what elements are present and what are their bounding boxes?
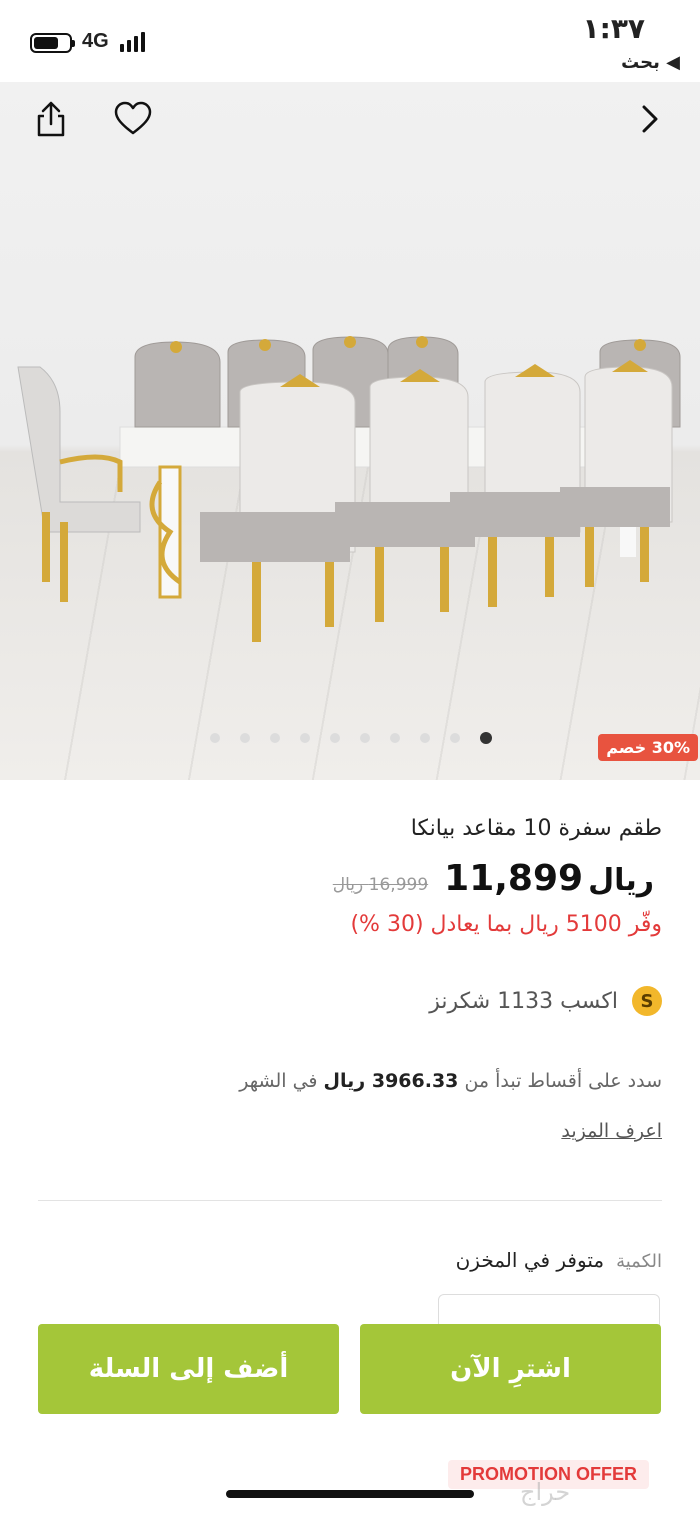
image-pagination[interactable] bbox=[210, 732, 492, 744]
clock: ١:٣٧ bbox=[582, 12, 645, 45]
pagination-dot[interactable] bbox=[390, 733, 400, 743]
pagination-dot[interactable] bbox=[330, 733, 340, 743]
price-unit: ريال bbox=[588, 863, 654, 898]
site-watermark: حراج bbox=[520, 1478, 571, 1506]
back-button[interactable] bbox=[624, 94, 674, 144]
quantity-label: الكمية bbox=[616, 1251, 662, 1272]
discount-badge: 30% خصم bbox=[598, 734, 698, 761]
product-image-gallery[interactable]: 30% خصم bbox=[0, 82, 700, 780]
signal-icon bbox=[120, 32, 145, 52]
add-to-cart-button[interactable]: أضف إلى السلة bbox=[38, 1324, 339, 1414]
share-button[interactable] bbox=[26, 94, 76, 144]
savings-text: وفّر 5100 ريال بما يعادل (30 %) bbox=[350, 912, 662, 937]
installment-suffix: في الشهر bbox=[239, 1070, 318, 1092]
installment-prefix: سدد على أقساط تبدأ من bbox=[464, 1070, 662, 1092]
pagination-dot[interactable] bbox=[270, 733, 280, 743]
points-row: S اكسب 1133 شكرنز bbox=[429, 986, 662, 1016]
price-row: ريال 11,899 16,999 ريال bbox=[333, 858, 662, 899]
pagination-dot[interactable] bbox=[420, 733, 430, 743]
battery-icon bbox=[30, 33, 75, 53]
heart-icon bbox=[114, 101, 152, 135]
share-icon bbox=[37, 101, 65, 137]
status-bar: 4G ١:٣٧ ◀ بحث bbox=[0, 0, 700, 82]
stock-status: متوفر في المخزن bbox=[455, 1248, 605, 1272]
price-value: 11,899 bbox=[444, 858, 584, 899]
network-label: 4G bbox=[82, 30, 109, 52]
dining-set-image bbox=[17, 336, 681, 642]
favorite-button[interactable] bbox=[108, 94, 158, 144]
buy-now-button[interactable]: اشترِ الآن bbox=[360, 1324, 661, 1414]
coin-icon: S bbox=[632, 986, 662, 1016]
pagination-dot[interactable] bbox=[240, 733, 250, 743]
pagination-dot[interactable] bbox=[480, 732, 492, 744]
current-price: ريال 11,899 bbox=[444, 858, 662, 899]
home-indicator[interactable] bbox=[226, 1490, 474, 1498]
pagination-dot[interactable] bbox=[210, 733, 220, 743]
pagination-dot[interactable] bbox=[450, 733, 460, 743]
pagination-dot[interactable] bbox=[360, 733, 370, 743]
product-title: طقم سفرة 10 مقاعد بيانكا bbox=[410, 816, 662, 841]
installment-amount: 3966.33 ريال bbox=[323, 1070, 459, 1092]
installment-text: سدد على أقساط تبدأ من 3966.33 ريال في ال… bbox=[239, 1070, 662, 1092]
learn-more-link[interactable]: اعرف المزيد bbox=[561, 1120, 662, 1142]
back-to-search-link[interactable]: ◀ بحث bbox=[621, 52, 680, 73]
old-price: 16,999 ريال bbox=[332, 875, 429, 895]
quantity-row: الكمية متوفر في المخزن bbox=[456, 1248, 662, 1272]
chevron-right-icon bbox=[642, 105, 658, 133]
points-text: اكسب 1133 شكرنز bbox=[429, 988, 618, 1014]
pagination-dot[interactable] bbox=[300, 733, 310, 743]
divider bbox=[38, 1200, 662, 1201]
